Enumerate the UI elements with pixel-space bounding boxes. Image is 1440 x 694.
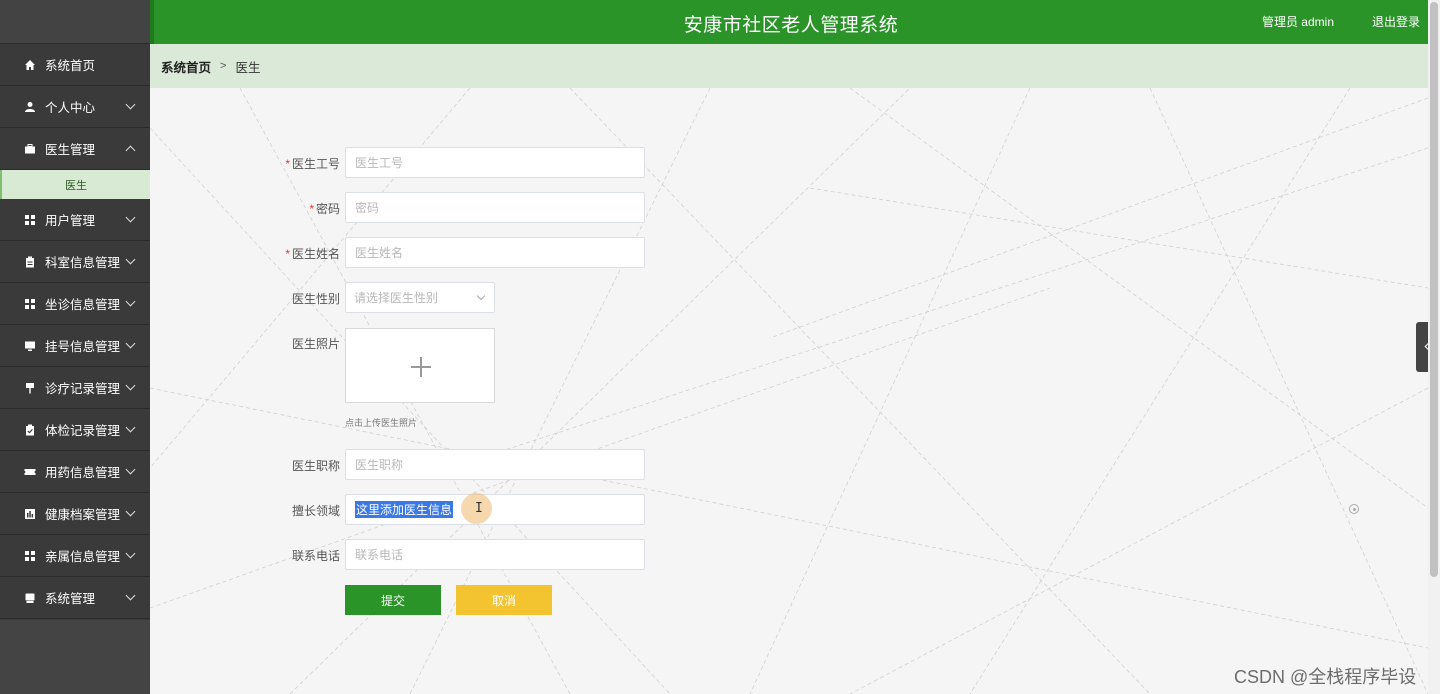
gender-label: 医生性别	[291, 292, 340, 306]
sidebar-item-department[interactable]: 科室信息管理	[0, 241, 150, 283]
photo-upload-tip: 点击上传医生照片	[345, 418, 418, 428]
sidebar-logo-area	[0, 0, 150, 44]
pin-icon	[24, 382, 36, 394]
clipboard-check-icon	[24, 424, 36, 436]
breadcrumb-separator: >	[220, 60, 227, 72]
password-input[interactable]: 密码	[345, 192, 645, 223]
text-cursor-icon: I	[475, 501, 483, 516]
chevron-down-icon	[125, 506, 136, 517]
sidebar-item-checkup[interactable]: 体检记录管理	[0, 409, 150, 451]
monitor-icon	[24, 340, 36, 352]
sidebar-item-label: 诊疗记录管理	[45, 382, 121, 396]
breadcrumb: 系统首页 > 医生	[150, 44, 1428, 88]
sidebar-item-registration[interactable]: 挂号信息管理	[0, 325, 150, 367]
title-label: 医生职称	[291, 459, 340, 473]
chevron-down-icon	[125, 99, 136, 110]
breadcrumb-current: 医生	[235, 60, 261, 75]
drive-icon	[24, 592, 36, 604]
chevron-down-icon	[125, 380, 136, 391]
background-pattern	[150, 88, 1428, 694]
sidebar-item-home[interactable]: 系统首页	[0, 44, 150, 86]
grid-icon	[24, 550, 36, 562]
grid-icon	[24, 214, 36, 226]
app-title: 安康市社区老人管理系统	[683, 15, 899, 36]
chevron-down-icon	[125, 422, 136, 433]
sidebar-item-label: 系统首页	[45, 59, 96, 73]
sidebar-item-label: 医生管理	[45, 143, 96, 157]
sidebar-item-label: 用户管理	[45, 214, 96, 228]
sidebar-item-label: 科室信息管理	[45, 256, 121, 270]
chart-icon	[24, 508, 36, 520]
home-icon	[24, 59, 36, 71]
grid-icon	[24, 298, 36, 310]
phone-label: 联系电话	[291, 549, 340, 563]
ticket-icon	[24, 466, 36, 478]
chevron-down-icon	[125, 254, 136, 265]
breadcrumb-home[interactable]: 系统首页	[161, 57, 211, 76]
sidebar-item-users[interactable]: 用户管理	[0, 199, 150, 241]
sidebar-item-medication[interactable]: 用药信息管理	[0, 451, 150, 493]
specialty-label: 擅长领域	[291, 504, 340, 518]
photo-label: 医生照片	[291, 337, 340, 351]
sidebar-item-label: 体检记录管理	[45, 424, 121, 438]
doctor-id-input[interactable]: 医生工号	[345, 147, 645, 178]
doctor-name-label: * 医生姓名	[285, 247, 340, 261]
watermark: CSDN @全栈程序毕设	[1234, 667, 1417, 687]
chevron-down-icon	[125, 548, 136, 559]
specialty-input[interactable]: 这里添加医生信息	[345, 494, 645, 525]
chevron-down-icon	[125, 212, 136, 223]
sidebar-item-label: 挂号信息管理	[45, 340, 121, 354]
sidebar-item-relatives[interactable]: 亲属信息管理	[0, 535, 150, 577]
target-icon	[1349, 504, 1359, 514]
current-user: 管理员 admin	[1261, 15, 1334, 29]
sidebar-item-label: 坐诊信息管理	[45, 298, 121, 312]
sidebar-item-system[interactable]: 系统管理	[0, 577, 150, 619]
phone-input[interactable]: 联系电话	[345, 539, 645, 570]
briefcase-icon	[24, 143, 36, 155]
chevron-down-icon	[125, 590, 136, 601]
chevron-down-icon	[125, 464, 136, 475]
sidebar-item-label: 健康档案管理	[45, 508, 121, 522]
chevron-up-icon	[125, 145, 136, 156]
gender-placeholder: 请选择医生性别	[354, 291, 439, 305]
sidebar-item-doctor[interactable]: 医生管理	[0, 128, 150, 170]
cancel-button[interactable]: 取消	[456, 585, 552, 615]
logout-link[interactable]: 退出登录	[1372, 13, 1420, 30]
password-label: * 密码	[309, 202, 340, 216]
specialty-value: 这里添加医生信息	[355, 501, 454, 518]
clipboard-icon	[24, 256, 36, 268]
scrollbar-thumb[interactable]	[1430, 2, 1438, 577]
photo-upload[interactable]	[345, 328, 495, 403]
chevron-down-icon	[125, 296, 136, 307]
sidebar-item-health-record[interactable]: 健康档案管理	[0, 493, 150, 535]
user-icon	[24, 101, 36, 113]
title-input[interactable]: 医生职称	[345, 449, 645, 480]
submit-button[interactable]: 提交	[345, 585, 441, 615]
sidebar-item-consultation[interactable]: 坐诊信息管理	[0, 283, 150, 325]
gender-select[interactable]: 请选择医生性别	[345, 282, 495, 313]
top-header: 安康市社区老人管理系统 管理员 admin 退出登录	[150, 0, 1428, 44]
main-content: * 医生工号 医生工号 * 密码 密码 * 医生姓名 医生姓名 医生性别 请选择医生性…	[150, 88, 1428, 694]
sidebar-item-label: 亲属信息管理	[45, 550, 121, 564]
sidebar-item-label: 用药信息管理	[45, 466, 121, 480]
sidebar-item-label: 个人中心	[45, 101, 96, 115]
sidebar-item-treatment[interactable]: 诊疗记录管理	[0, 367, 150, 409]
chevron-down-icon	[125, 338, 136, 349]
sidebar: 系统首页 个人中心 医生管理 医生 用户管理 科室信息管理 坐诊信息管理 挂号信…	[0, 0, 150, 694]
chevron-down-icon	[476, 291, 486, 301]
sidebar-item-label: 系统管理	[45, 592, 96, 606]
doctor-name-input[interactable]: 医生姓名	[345, 237, 645, 268]
sidebar-footer	[0, 620, 150, 694]
sidebar-item-personal[interactable]: 个人中心	[0, 86, 150, 128]
page-scrollbar[interactable]	[1428, 0, 1440, 694]
doctor-id-label: * 医生工号	[285, 157, 340, 171]
sidebar-subitem-doctor[interactable]: 医生	[0, 170, 150, 199]
